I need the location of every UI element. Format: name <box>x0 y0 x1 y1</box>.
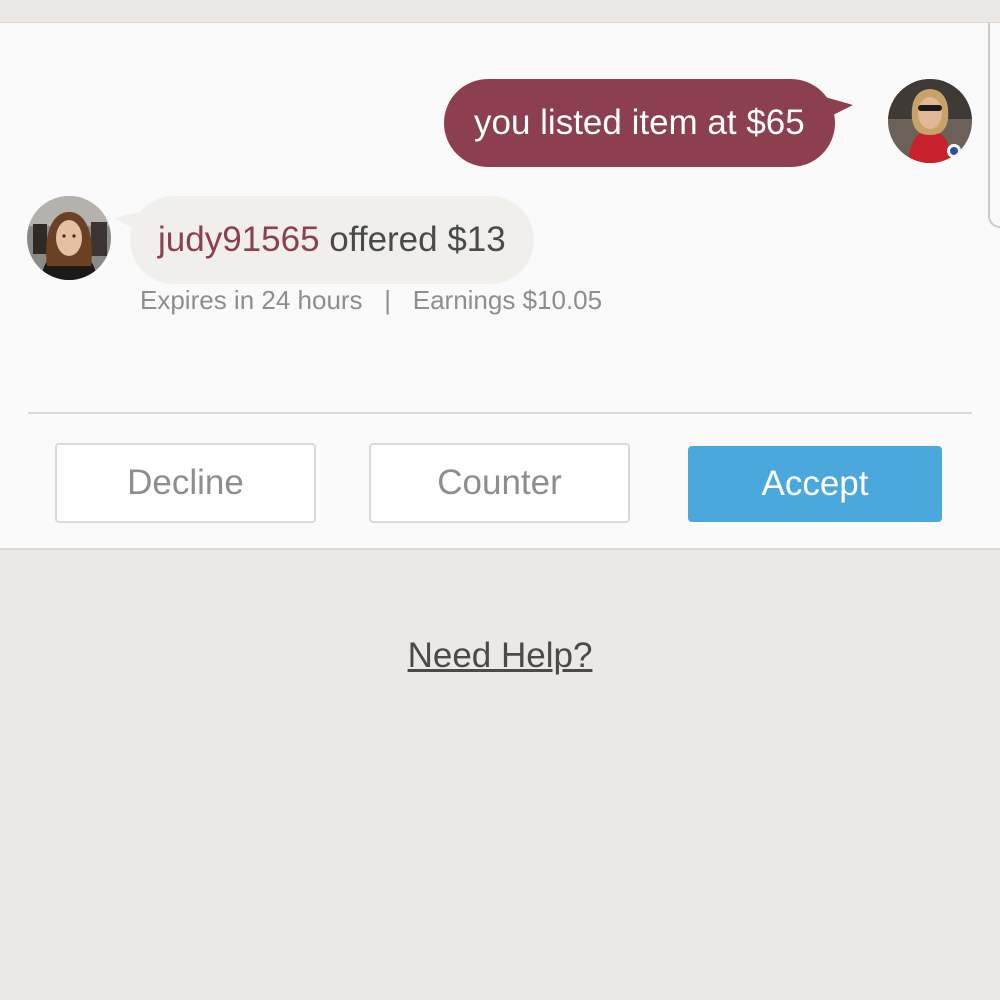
offer-card: you listed item at $65 judy91565 offered… <box>0 22 1000 550</box>
decline-button[interactable]: Decline <box>55 443 316 523</box>
meta-spacer-right <box>398 285 405 315</box>
help-section: Need Help? <box>0 636 1000 676</box>
buyer-username-link[interactable]: judy91565 <box>158 220 320 260</box>
meta-separator: | <box>384 285 392 315</box>
seller-message-text: you listed item at $65 <box>474 103 805 142</box>
need-help-link[interactable]: Need Help? <box>408 636 593 675</box>
meta-spacer-left <box>370 285 377 315</box>
decline-label: Decline <box>127 463 244 502</box>
top-strip <box>0 0 1000 22</box>
offer-expiry: Expires in 24 hours <box>140 285 363 315</box>
buyer-avatar-photo-icon <box>27 196 111 280</box>
offer-text: offered $13 <box>329 220 506 259</box>
buyer-offer-bubble: judy91565 offered $13 <box>114 196 534 284</box>
offer-meta: Expires in 24 hours | Earnings $10.05 <box>140 285 602 316</box>
accept-label: Accept <box>761 464 869 503</box>
counter-label: Counter <box>437 463 562 502</box>
offer-earnings: Earnings $10.05 <box>412 285 603 315</box>
counter-button[interactable]: Counter <box>369 443 630 523</box>
seller-message-bubble: you listed item at $65 <box>444 79 853 167</box>
bubble-spacer <box>320 220 330 260</box>
accept-button[interactable]: Accept <box>688 446 942 522</box>
seller-avatar[interactable] <box>888 79 972 163</box>
scroll-edge <box>988 23 1000 228</box>
buyer-avatar[interactable] <box>27 196 111 280</box>
divider <box>28 412 972 414</box>
seller-avatar-photo-icon <box>888 79 972 163</box>
